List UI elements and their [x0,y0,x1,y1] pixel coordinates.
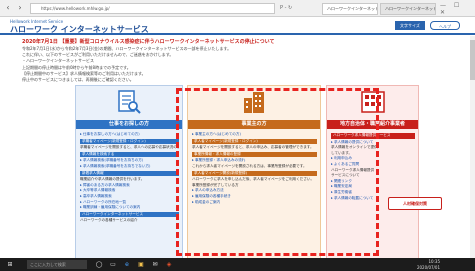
panel-link[interactable]: ▸ 仕事をお探しの方へ(はじめての方) [80,132,179,138]
help-button[interactable]: ヘルプ [430,21,460,30]
panel-link[interactable]: ▸ 職業訓練・雇用保険についての案内 [80,205,179,211]
site-header: Hellowork Internet Service ハローワーク インターネッ… [0,18,475,35]
section-button[interactable]: ハローワークインターネットサービス [80,211,179,218]
forward-icon[interactable]: › [15,3,25,13]
panel-link[interactable]: ▸ 求人情報検索(求職番号をお持ちでない方) [80,164,179,170]
browser-tab-active[interactable]: ハローワークインターネットサービス [322,3,378,15]
section-button[interactable]: 新着求人情報 [80,170,179,177]
mail-icon[interactable]: ✉ [150,260,160,269]
notice-title[interactable]: 2020年7月1日 【重要】新型コロナウイルス感染症に伴うハローワークインターネ… [22,38,372,46]
panel-text: 求職者マイページを開設すると、求人への応募や応募状況の確認ができます。 [80,145,179,150]
cortana-icon[interactable]: ◯ [94,260,104,269]
system-tray-clock[interactable]: 10:35 2020/07/01 [392,259,440,270]
window-controls[interactable]: — ☐ ✕ [440,2,473,16]
highlight-box [176,88,379,256]
back-icon[interactable]: ‹ [3,3,13,13]
address-controls[interactable]: P - ↻ [280,3,320,14]
font-size-button[interactable]: 文字サイズ [395,21,425,30]
clock-date: 2020/07/01 [416,264,440,270]
taskbar: ⊞ ここに入力して検索 ◯ ▭ e ▣ ✉ ◈ 10:35 2020/07/01 [0,258,475,271]
panel-icon-area [76,86,182,118]
important-notice: 2020年7月1日 【重要】新型コロナウイルス感染症に伴うハローワークインターネ… [22,38,372,83]
browser-tab[interactable]: ハローワークインターネットサービス [380,3,436,15]
start-icon[interactable]: ⊞ [5,260,15,269]
browser-toolbar: ‹ › https://www.hellowork.mhlw.go.jp/ P … [0,0,475,17]
banner-link[interactable]: 人材確保対策 [388,197,442,210]
panel-link-list: ▸ 仕事をお探しの方へ(はじめての方) 求職者マイページ(新規登録・ログイン) 求職… [80,132,179,224]
taskbar-search-input[interactable]: ここに入力して検索 [27,260,87,269]
explorer-icon[interactable]: ▣ [136,260,146,269]
app-icon[interactable]: ◈ [164,260,174,269]
section-button[interactable]: 求人情報を検索する [80,151,179,158]
site-logo[interactable]: ハローワーク インターネットサービス [10,24,149,35]
section-button[interactable]: 求職者マイページ(新規登録・ログイン) [80,138,179,145]
address-bar[interactable]: https://www.hellowork.mhlw.go.jp/ [30,3,275,14]
notice-line: 停止中のサービスにつきましては、再開後にご確認ください。 [22,77,134,83]
scrollbar-thumb[interactable] [470,40,475,80]
panel-title[interactable]: 仕事をお探しの方 [76,120,182,129]
job-seeker-panel: 仕事をお探しの方 ▸ 仕事をお探しの方へ(はじめての方) 求職者マイページ(新規登… [75,85,183,258]
notice-body: 令和2年7月1日(水)から令和2年7月3日(金)の期間、ハローワークインターネッ… [22,46,372,83]
panel-text: ハローワークの各種サービスの紹介 [80,218,138,223]
search-document-icon [118,90,141,114]
edge-icon[interactable]: e [122,260,132,269]
task-view-icon[interactable]: ▭ [108,260,118,269]
